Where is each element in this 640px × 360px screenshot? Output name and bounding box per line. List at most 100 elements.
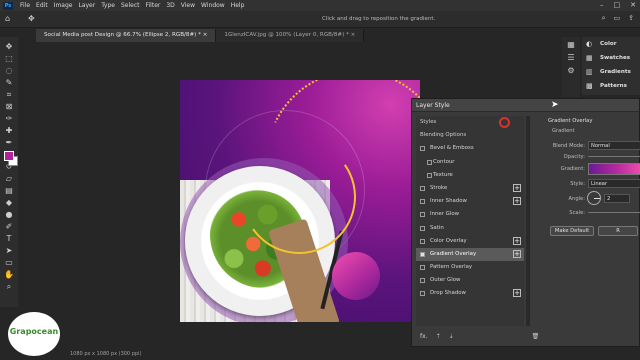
checkbox[interactable]: [420, 278, 425, 284]
reset-button[interactable]: R: [598, 226, 638, 236]
fx-bevel-emboss[interactable]: Bevel & Emboss: [416, 142, 524, 155]
search-icon[interactable]: ⌕: [602, 14, 606, 23]
home-icon[interactable]: ⌂: [5, 14, 10, 23]
pen-tool-icon[interactable]: ✐: [2, 221, 16, 232]
menu-edit[interactable]: Edit: [33, 2, 51, 9]
add-effect-button[interactable]: +: [513, 289, 521, 298]
type-tool-icon[interactable]: T: [2, 233, 16, 244]
tab-glenz-jpg[interactable]: 1GlenzICAV.jpg @ 100% (Layer 0, RGB/8#) …: [216, 29, 365, 42]
add-effect-button[interactable]: +: [513, 197, 521, 206]
fx-pattern-overlay[interactable]: Pattern Overlay: [416, 261, 524, 274]
checkbox[interactable]: [420, 225, 425, 231]
checkbox[interactable]: [420, 185, 425, 191]
make-default-button[interactable]: Make Default: [550, 226, 594, 236]
blur-tool-icon[interactable]: ◆: [2, 197, 16, 208]
menu-window[interactable]: Window: [198, 2, 228, 9]
tab-close-icon[interactable]: ×: [351, 32, 356, 38]
fx-gradient-overlay[interactable]: Gradient Overlay +: [416, 247, 524, 262]
minimize-icon[interactable]: –: [600, 1, 604, 9]
properties-icon[interactable]: ⚙: [567, 66, 574, 75]
checkbox[interactable]: [420, 265, 425, 271]
menu-select[interactable]: Select: [118, 2, 143, 9]
add-effect-button[interactable]: +: [513, 183, 521, 192]
rectangle-tool-icon[interactable]: ▭: [2, 257, 16, 268]
blend-mode-select[interactable]: Normal: [588, 141, 640, 150]
document-canvas[interactable]: [180, 80, 420, 322]
quick-select-tool-icon[interactable]: ✎: [2, 77, 16, 88]
menu-type[interactable]: Type: [98, 2, 118, 9]
brush-tool-icon[interactable]: ✒: [2, 137, 16, 148]
fx-drop-shadow[interactable]: Drop Shadow +: [416, 287, 524, 300]
history-icon[interactable]: ▦: [567, 40, 575, 49]
move-tool-icon[interactable]: ✥: [2, 41, 16, 52]
panel-gradients[interactable]: ▥ Gradients: [582, 65, 640, 79]
menu-view[interactable]: View: [178, 2, 198, 9]
menu-image[interactable]: Image: [51, 2, 76, 9]
foreground-color-swatch[interactable]: [4, 151, 14, 161]
dialog-title[interactable]: Layer Style: [412, 99, 639, 112]
share-icon[interactable]: ⇪: [628, 14, 634, 23]
fx-blending-options[interactable]: Blending Options: [416, 129, 524, 142]
path-select-tool-icon[interactable]: ➤: [2, 245, 16, 256]
checkbox[interactable]: [427, 159, 432, 165]
lasso-tool-icon[interactable]: ◌: [2, 65, 16, 76]
panel-swatches[interactable]: ▦ Swatches: [582, 51, 640, 65]
move-up-icon[interactable]: ⇡: [436, 333, 441, 340]
menu-file[interactable]: File: [17, 2, 33, 9]
effects-scrollbar[interactable]: [526, 116, 530, 326]
move-tool-icon[interactable]: ✥: [28, 14, 35, 23]
checkbox[interactable]: [427, 172, 432, 178]
gradient-tool-icon[interactable]: ▤: [2, 185, 16, 196]
adjust-icon[interactable]: ☰: [567, 53, 574, 62]
checkbox[interactable]: [420, 146, 425, 152]
workspace-icon[interactable]: ▭: [614, 14, 621, 23]
fx-contour[interactable]: Contour: [416, 156, 524, 169]
hand-tool-icon[interactable]: ✋: [2, 269, 16, 280]
panel-color[interactable]: ◐ Color: [582, 37, 640, 51]
crop-tool-icon[interactable]: ⌗: [2, 89, 16, 100]
eyedropper-tool-icon[interactable]: ✑: [2, 113, 16, 124]
checkbox[interactable]: [420, 238, 425, 244]
scale-slider[interactable]: [588, 212, 640, 213]
checkbox[interactable]: [420, 291, 425, 297]
angle-dial-icon[interactable]: [587, 191, 601, 205]
panel-label: Color: [600, 41, 617, 47]
fx-inner-shadow[interactable]: Inner Shadow +: [416, 195, 524, 208]
menu-3d[interactable]: 3D: [163, 2, 177, 9]
move-down-icon[interactable]: ⇣: [449, 333, 454, 340]
fx-styles[interactable]: Styles: [416, 116, 524, 129]
add-effect-button[interactable]: +: [513, 236, 521, 245]
close-icon[interactable]: ✕: [630, 1, 636, 9]
zoom-tool-icon[interactable]: ⌕: [2, 281, 16, 292]
fx-outer-glow[interactable]: Outer Glow: [416, 274, 524, 287]
fx-texture[interactable]: Texture: [416, 169, 524, 182]
tab-social-media-post[interactable]: Social Media post Design @ 66.7% (Ellips…: [36, 29, 217, 42]
dodge-tool-icon[interactable]: ●: [2, 209, 16, 220]
gradient-picker[interactable]: [588, 163, 640, 175]
checkbox[interactable]: [420, 199, 425, 205]
fx-color-overlay[interactable]: Color Overlay +: [416, 235, 524, 248]
add-effect-button[interactable]: +: [513, 249, 521, 258]
eraser-tool-icon[interactable]: ▱: [2, 173, 16, 184]
fx-stroke[interactable]: Stroke +: [416, 182, 524, 195]
marquee-tool-icon[interactable]: ⬚: [2, 53, 16, 64]
menu-layer[interactable]: Layer: [75, 2, 98, 9]
healing-tool-icon[interactable]: ✚: [2, 125, 16, 136]
panel-patterns[interactable]: ▩ Patterns: [582, 79, 640, 93]
frame-tool-icon[interactable]: ⊠: [2, 101, 16, 112]
gradient-ellipse[interactable]: [332, 252, 380, 300]
fx-inner-glow[interactable]: Inner Glow: [416, 208, 524, 221]
fx-satin[interactable]: Satin: [416, 222, 524, 235]
checkbox[interactable]: [420, 212, 425, 218]
fx-menu-icon[interactable]: fx.: [420, 333, 428, 340]
angle-input[interactable]: 2: [604, 194, 630, 203]
tab-close-icon[interactable]: ×: [203, 32, 208, 38]
checkbox-checked[interactable]: [420, 251, 425, 257]
menu-help[interactable]: Help: [228, 2, 248, 9]
trash-icon[interactable]: 🗑: [532, 333, 540, 340]
style-select[interactable]: Linear: [588, 179, 640, 188]
maximize-icon[interactable]: □: [614, 1, 621, 9]
options-right-icons: ⌕ ▭ ⇪: [602, 14, 634, 23]
menu-filter[interactable]: Filter: [143, 2, 164, 9]
opacity-slider[interactable]: [588, 156, 640, 157]
